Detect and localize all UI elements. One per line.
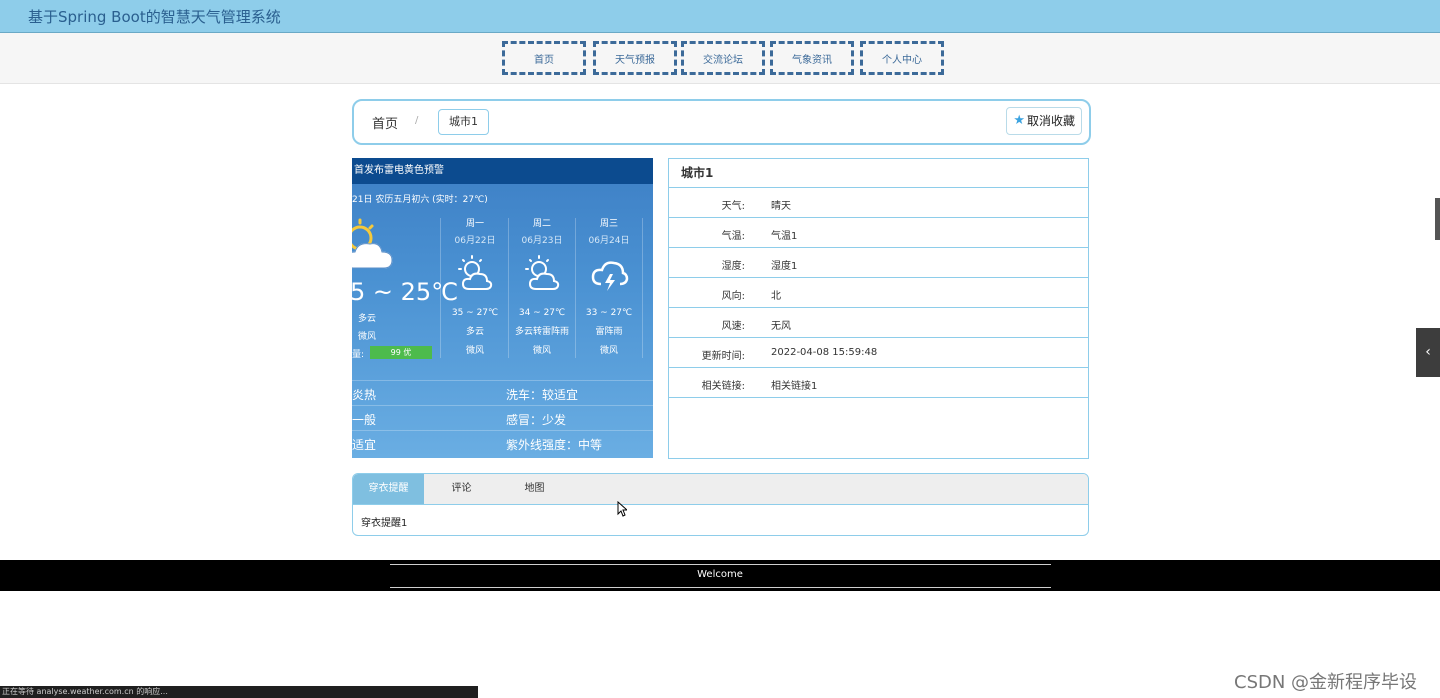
nav-forecast[interactable]: 天气预报: [593, 41, 677, 75]
info-key: 气温:: [721, 231, 745, 242]
day-condition: 雷阵雨: [595, 327, 623, 337]
weather-image: 首发布雷电黄色预警 21日 农历五月初六 (实时：27℃) 5 ~ 25℃ 多云…: [352, 158, 653, 458]
day-divider: [642, 218, 643, 358]
index-item: 感冒：少发: [506, 413, 567, 427]
page-footer: Welcome: [0, 560, 1440, 591]
forecast-day: 周三 06月24日 33 ~ 27℃ 雷阵雨 微风: [576, 216, 642, 356]
forecast-day: 周一 06月22日 35 ~ 27℃ 多云 微风: [442, 216, 508, 356]
day-temp: 35 ~ 27℃: [451, 308, 499, 318]
index-item: 洗车：较适宜: [506, 388, 579, 402]
weather-date: 21日 农历五月初六 (实时：27℃): [352, 195, 488, 205]
info-row: 风向: 北: [669, 278, 1088, 308]
chevron-left-icon: ‹: [1425, 344, 1431, 360]
info-value: 气温1: [771, 231, 798, 242]
partly-cloudy-icon: [525, 255, 560, 290]
info-value: 北: [771, 291, 781, 302]
info-row: 气温: 气温1: [669, 218, 1088, 248]
current-condition: 多云: [358, 314, 377, 324]
day-temp: 34 ~ 27℃: [518, 308, 566, 318]
weather-alert: 首发布雷电黄色预警: [352, 158, 653, 184]
unfavorite-button[interactable]: ★ 取消收藏: [1006, 107, 1082, 135]
index-item: 炎热: [352, 388, 377, 402]
info-value: 无风: [771, 321, 791, 332]
browser-status-bar: 正在等待 analyse.weather.com.cn 的响应...: [0, 686, 478, 698]
nav-news[interactable]: 气象资讯: [770, 41, 854, 75]
day-date: 06月23日: [521, 236, 563, 246]
tab-dressing-tips[interactable]: 穿衣提醒: [353, 474, 424, 504]
info-key: 天气:: [721, 201, 745, 212]
detail-tabs: 穿衣提醒 评论 地图 穿衣提醒1: [352, 473, 1089, 536]
index-item: 紫外线强度：中等: [506, 438, 603, 452]
info-key: 更新时间:: [701, 351, 745, 362]
info-value[interactable]: 相关链接1: [771, 377, 817, 392]
day-week: 周二: [532, 219, 551, 229]
breadcrumb-home[interactable]: 首页: [372, 113, 398, 132]
aqi-badge: 99 优: [370, 346, 432, 359]
nav-forum[interactable]: 交流论坛: [681, 41, 765, 75]
day-week: 周一: [465, 219, 484, 229]
star-icon: ★: [1013, 113, 1025, 128]
day-condition: 多云: [465, 327, 484, 337]
day-condition: 多云转雷阵雨: [514, 327, 569, 337]
app-title: 基于Spring Boot的智慧天气管理系统: [28, 8, 281, 26]
city-name: 城市1: [669, 159, 1088, 188]
tab-map[interactable]: 地图: [499, 474, 570, 504]
mouse-cursor-icon: [617, 501, 627, 517]
aqi-label: 量:: [352, 350, 365, 360]
footer-text: Welcome: [697, 569, 743, 580]
collapse-panel-button[interactable]: ‹: [1416, 328, 1440, 377]
day-divider: [440, 218, 441, 358]
index-divider: [352, 405, 653, 406]
footer-line: [390, 587, 1051, 588]
info-value: 2022-04-08 15:59:48: [771, 347, 878, 358]
info-row: 更新时间: 2022-04-08 15:59:48: [669, 338, 1088, 368]
info-key: 风向:: [721, 291, 745, 302]
index-divider: [352, 380, 653, 381]
day-date: 06月22日: [454, 236, 496, 246]
info-row: 天气: 晴天: [669, 188, 1088, 218]
info-key: 湿度:: [721, 261, 745, 272]
day-wind: 微风: [465, 346, 484, 356]
info-row: 相关链接: 相关链接1: [669, 368, 1088, 398]
day-wind: 微风: [532, 346, 551, 356]
tab-comments[interactable]: 评论: [426, 474, 497, 504]
partly-cloudy-icon: [458, 255, 493, 290]
footer-line: [390, 564, 1051, 565]
info-row: 湿度: 湿度1: [669, 248, 1088, 278]
info-key: 相关链接:: [701, 381, 745, 392]
info-key: 风速:: [721, 321, 745, 332]
breadcrumb-separator: /: [415, 115, 419, 126]
current-wind: 微风: [358, 332, 377, 342]
unfavorite-label: 取消收藏: [1026, 114, 1075, 128]
thunderstorm-icon: [591, 261, 629, 291]
index-item: 适宜: [352, 438, 377, 452]
day-wind: 微风: [599, 346, 618, 356]
info-row: 风速: 无风: [669, 308, 1088, 338]
nav-home[interactable]: 首页: [502, 41, 586, 75]
tab-content: 穿衣提醒1: [361, 518, 408, 529]
partly-cloudy-icon: [352, 218, 393, 269]
main-nav: 首页 天气预报 交流论坛 气象资讯 个人中心: [0, 33, 1440, 84]
side-tab[interactable]: [1435, 198, 1440, 240]
day-week: 周三: [599, 219, 618, 229]
nav-profile[interactable]: 个人中心: [860, 41, 944, 75]
tab-bar: 穿衣提醒 评论 地图: [353, 474, 1088, 505]
day-date: 06月24日: [588, 236, 630, 246]
info-value: 湿度1: [771, 261, 798, 272]
info-value: 晴天: [771, 201, 791, 212]
forecast-day: 周二 06月23日 34 ~ 27℃ 多云转雷阵雨 微风: [509, 216, 575, 356]
day-temp: 33 ~ 27℃: [585, 308, 633, 318]
watermark: CSDN @金新程序毕设: [1234, 672, 1418, 693]
index-item: 一般: [352, 413, 377, 427]
app-header: 基于Spring Boot的智慧天气管理系统: [0, 0, 1440, 33]
index-divider: [352, 430, 653, 431]
breadcrumb: 首页 / 城市1 ★ 取消收藏: [352, 99, 1091, 145]
city-info-table: 城市1 天气: 晴天 气温: 气温1 湿度: 湿度1 风向: 北 风速: 无风 …: [668, 158, 1089, 459]
breadcrumb-current: 城市1: [438, 109, 489, 135]
